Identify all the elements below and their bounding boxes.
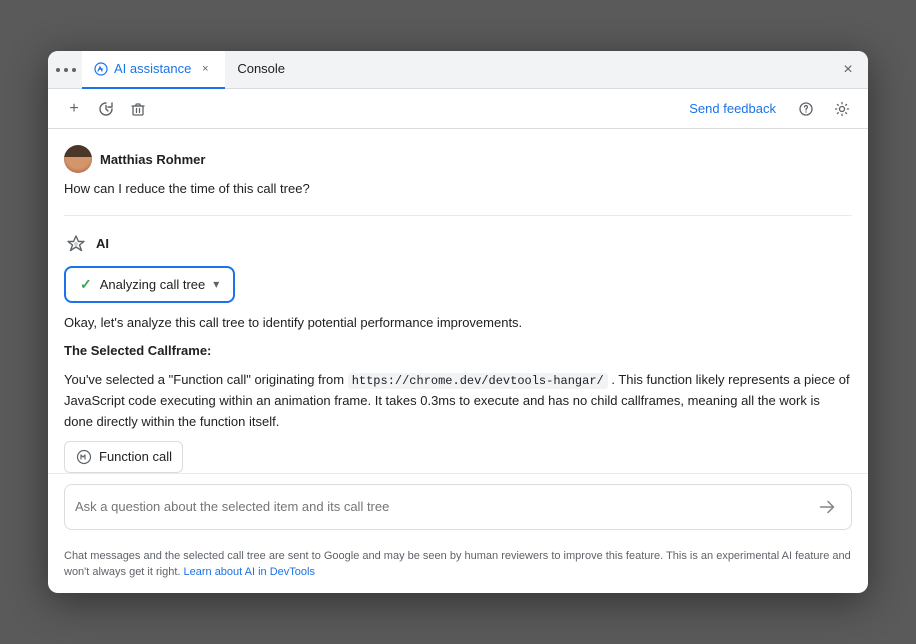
send-feedback-button[interactable]: Send feedback <box>681 97 784 120</box>
input-row <box>64 484 852 530</box>
user-name: Matthias Rohmer <box>100 152 205 167</box>
function-call-label: Function call <box>99 449 172 464</box>
check-icon: ✓ <box>80 276 92 293</box>
tab-bar: AI assistance × Console × <box>48 51 868 89</box>
user-message: Matthias Rohmer How can I reduce the tim… <box>64 145 852 199</box>
user-text: How can I reduce the time of this call t… <box>64 179 852 199</box>
footer-link[interactable]: Learn about AI in DevTools <box>184 566 315 578</box>
function-call-icon <box>75 448 93 466</box>
user-header: Matthias Rohmer <box>64 145 852 173</box>
history-button[interactable] <box>92 95 120 123</box>
tab-ai-assistance-close[interactable]: × <box>197 61 213 77</box>
ai-response-body-start: You've selected a "Function call" origin… <box>64 372 344 387</box>
tab-ai-assistance-label: AI assistance <box>114 61 191 76</box>
toolbar: + Send feedback <box>48 89 868 129</box>
question-input[interactable] <box>75 499 805 514</box>
ai-response-body: You've selected a "Function call" origin… <box>64 370 852 433</box>
ai-header: AI <box>64 232 852 256</box>
footer-text: Chat messages and the selected call tree… <box>64 550 851 579</box>
input-area <box>48 473 868 540</box>
footer-disclaimer: Chat messages and the selected call tree… <box>48 540 868 593</box>
analyzing-text: Analyzing call tree <box>100 277 206 292</box>
ai-response: Okay, let's analyze this call tree to id… <box>64 313 852 473</box>
chat-area: Matthias Rohmer How can I reduce the tim… <box>48 129 868 473</box>
toolbar-right: Send feedback <box>681 95 856 123</box>
tab-console[interactable]: Console <box>225 51 297 89</box>
devtools-window: AI assistance × Console × + Send f <box>48 51 868 593</box>
avatar <box>64 145 92 173</box>
section-divider <box>64 215 852 216</box>
callframe-heading-bold: The Selected Callframe: <box>64 343 211 358</box>
analyzing-pill[interactable]: ✓ Analyzing call tree ▾ <box>64 266 235 303</box>
window-close-button[interactable]: × <box>836 58 860 82</box>
help-button[interactable] <box>792 95 820 123</box>
ai-icon <box>64 232 88 256</box>
settings-button[interactable] <box>828 95 856 123</box>
ai-response-callframe-heading: The Selected Callframe: <box>64 341 852 362</box>
ai-message: AI ✓ Analyzing call tree ▾ Okay, let's a… <box>64 232 852 473</box>
more-tabs-button[interactable] <box>56 68 76 72</box>
ai-label: AI <box>96 236 109 251</box>
send-button[interactable] <box>813 493 841 521</box>
new-button[interactable]: + <box>60 95 88 123</box>
ai-response-url: https://chrome.dev/devtools-hangar/ <box>348 373 608 389</box>
tab-ai-assistance[interactable]: AI assistance × <box>82 51 225 89</box>
tab-console-label: Console <box>237 61 285 76</box>
ai-response-intro: Okay, let's analyze this call tree to id… <box>64 313 852 334</box>
ai-assistance-tab-icon <box>94 62 108 76</box>
function-call-badge[interactable]: Function call <box>64 441 183 473</box>
chevron-down-icon: ▾ <box>213 277 219 291</box>
delete-button[interactable] <box>124 95 152 123</box>
